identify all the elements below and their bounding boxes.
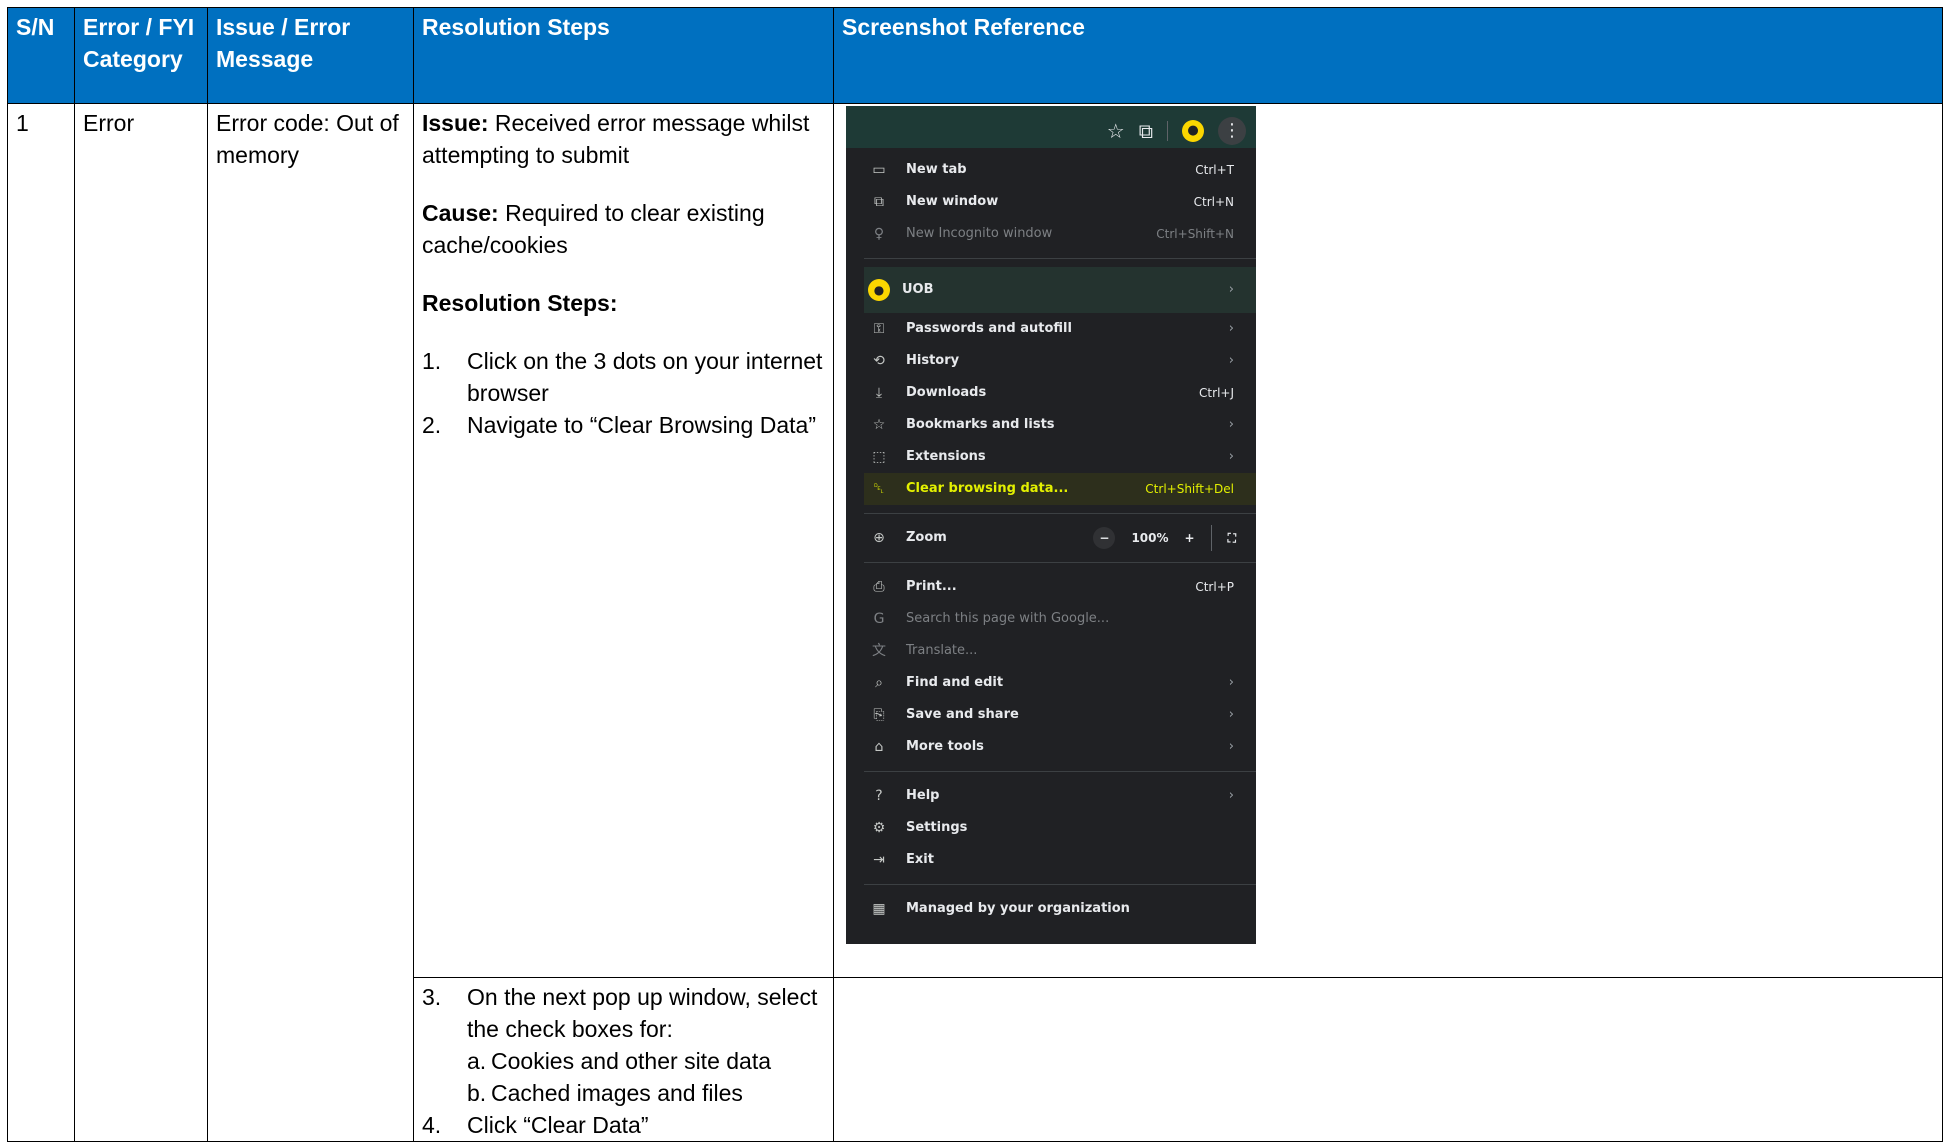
menu-item-bookmarks: ☆ Bookmarks and lists › bbox=[864, 409, 1256, 441]
menu-item-new-tab: ▭ New tab Ctrl+T bbox=[864, 154, 1256, 186]
menu-item-managed: ▦ Managed by your organization bbox=[864, 893, 1256, 925]
cause-label: Cause: bbox=[422, 200, 499, 226]
list-item: 4. Click “Clear Data” bbox=[422, 1112, 649, 1138]
header-message: Issue / Error Message bbox=[207, 7, 414, 104]
menu-item-clear-browsing-data: ␡ Clear browsing data... Ctrl+Shift+Del bbox=[864, 473, 1256, 505]
profile-avatar-icon: ● bbox=[1182, 120, 1204, 142]
menu-item-more-tools: ⌂ More tools › bbox=[864, 731, 1256, 763]
profile-icon: ● bbox=[868, 279, 890, 301]
puzzle-icon: ⬚ bbox=[872, 449, 886, 465]
error-resolution-table: S/N Error / FYI Category Issue / Error M… bbox=[7, 7, 1943, 1142]
cell-resolution-continued: 3. On the next pop up window, select the … bbox=[413, 977, 834, 1142]
header-row: S/N Error / FYI Category Issue / Error M… bbox=[7, 7, 1943, 104]
menu-item-extensions: ⬚ Extensions › bbox=[864, 441, 1256, 473]
settings-icon: ⚙ bbox=[872, 820, 886, 836]
trash-icon: ␡ bbox=[873, 481, 885, 497]
chevron-right-icon: › bbox=[1228, 353, 1234, 368]
chevron-right-icon: › bbox=[1228, 739, 1234, 754]
star-icon: ☆ bbox=[872, 417, 886, 433]
menu-item-help: ? Help › bbox=[864, 780, 1256, 812]
list-item: 3. On the next pop up window, select the … bbox=[422, 984, 818, 1042]
new-window-icon: ⧉ bbox=[874, 194, 884, 210]
header-resolution: Resolution Steps bbox=[413, 7, 834, 104]
chevron-right-icon: › bbox=[1228, 707, 1234, 722]
menu-item-save-share: ⎘ Save and share › bbox=[864, 699, 1256, 731]
list-item: a. Cookies and other site data bbox=[467, 1048, 772, 1074]
cell-message: Error code: Out of memory bbox=[207, 103, 414, 1142]
chevron-right-icon: › bbox=[1228, 788, 1234, 803]
chevron-right-icon: › bbox=[1228, 417, 1234, 432]
list-item: b. Cached images and files bbox=[467, 1080, 743, 1106]
print-icon: ⎙ bbox=[873, 579, 885, 595]
incognito-icon: ♀ bbox=[873, 226, 885, 242]
history-icon: ⟲ bbox=[873, 353, 885, 369]
fullscreen-icon: ⛶ bbox=[1227, 531, 1236, 545]
steps-list-continued: 3. On the next pop up window, select the … bbox=[422, 981, 825, 1045]
header-category: Error / FYI Category bbox=[74, 7, 208, 104]
extensions-icon: ⧉ bbox=[1138, 119, 1153, 143]
header-sn: S/N bbox=[7, 7, 75, 104]
menu-item-search-google: G Search this page with Google... bbox=[864, 603, 1256, 635]
key-icon: ⚿ bbox=[873, 321, 885, 337]
cause-paragraph: Cause: Required to clear existing cache/… bbox=[422, 197, 825, 261]
building-icon: ▦ bbox=[872, 901, 886, 917]
chevron-right-icon: › bbox=[1228, 449, 1234, 464]
chrome-menu-screenshot: ☆ ⧉ ● ⋮ ▭ New tab Ctrl+T ⧉ New window Ctrl+N… bbox=[846, 106, 1256, 944]
menu-item-history: ⟲ History › bbox=[864, 345, 1256, 377]
toolbox-icon: ⌂ bbox=[874, 739, 884, 755]
zoom-out-icon: − bbox=[1093, 527, 1116, 549]
menu-item-settings: ⚙ Settings bbox=[864, 812, 1256, 844]
chrome-menu: ▭ New tab Ctrl+T ⧉ New window Ctrl+N ♀ New In… bbox=[864, 154, 1256, 925]
menu-item-zoom: ⊕ Zoom − 100% + ⛶ bbox=[864, 522, 1256, 554]
google-icon: G bbox=[873, 611, 885, 627]
steps-list: 1. Click on the 3 dots on your internet b… bbox=[422, 345, 825, 441]
menu-item-passwords: ⚿ Passwords and autofill › bbox=[864, 313, 1256, 345]
menu-item-profile: ● UOB › bbox=[864, 267, 1256, 313]
zoom-in-icon: + bbox=[1184, 531, 1195, 545]
find-icon: ⌕ bbox=[875, 675, 883, 691]
cell-screenshot: ☆ ⧉ ● ⋮ ▭ New tab Ctrl+T ⧉ New window Ctrl+N… bbox=[833, 103, 1943, 978]
chevron-right-icon: › bbox=[1228, 282, 1234, 297]
table-row: 1 Error Error code: Out of memory Issue:… bbox=[7, 103, 1943, 1142]
bookmark-star-icon: ☆ bbox=[1106, 119, 1125, 143]
menu-item-exit: ⇥ Exit bbox=[864, 844, 1256, 876]
list-item: 1. Click on the 3 dots on your internet b… bbox=[422, 348, 823, 406]
cell-sn: 1 bbox=[7, 103, 75, 1142]
menu-item-incognito: ♀ New Incognito window Ctrl+Shift+N bbox=[864, 218, 1256, 250]
zoom-icon: ⊕ bbox=[873, 530, 885, 546]
issue-paragraph: Issue: Received error message whilst att… bbox=[422, 107, 825, 171]
cell-resolution: Issue: Received error message whilst att… bbox=[413, 103, 834, 978]
three-dots-menu-icon: ⋮ bbox=[1218, 117, 1246, 145]
chevron-right-icon: › bbox=[1228, 675, 1234, 690]
list-item: 2. Navigate to “Clear Browsing Data” bbox=[422, 412, 816, 438]
cell-screenshot-empty bbox=[833, 977, 1943, 1142]
menu-item-find-edit: ⌕ Find and edit › bbox=[864, 667, 1256, 699]
menu-item-new-window: ⧉ New window Ctrl+N bbox=[864, 186, 1256, 218]
help-icon: ? bbox=[875, 788, 883, 804]
zoom-level: 100% bbox=[1131, 531, 1169, 545]
save-share-icon: ⎘ bbox=[873, 707, 885, 723]
menu-item-print: ⎙ Print... Ctrl+P bbox=[864, 571, 1256, 603]
chevron-right-icon: › bbox=[1228, 321, 1234, 336]
new-tab-icon: ▭ bbox=[872, 162, 886, 178]
substeps-list: a. Cookies and other site data b. Cached i… bbox=[422, 1045, 825, 1109]
steps-heading: Resolution Steps: bbox=[422, 290, 618, 316]
issue-label: Issue: bbox=[422, 110, 489, 136]
download-icon: ⤓ bbox=[875, 385, 883, 401]
menu-item-translate: 文 Translate... bbox=[864, 635, 1256, 667]
zoom-controls: − 100% + ⛶ bbox=[1093, 522, 1256, 554]
exit-icon: ⇥ bbox=[873, 852, 885, 868]
header-screenshot: Screenshot Reference bbox=[833, 7, 1943, 104]
cell-category: Error bbox=[74, 103, 208, 1142]
translate-icon: 文 bbox=[872, 643, 886, 659]
menu-item-downloads: ⤓ Downloads Ctrl+J bbox=[864, 377, 1256, 409]
